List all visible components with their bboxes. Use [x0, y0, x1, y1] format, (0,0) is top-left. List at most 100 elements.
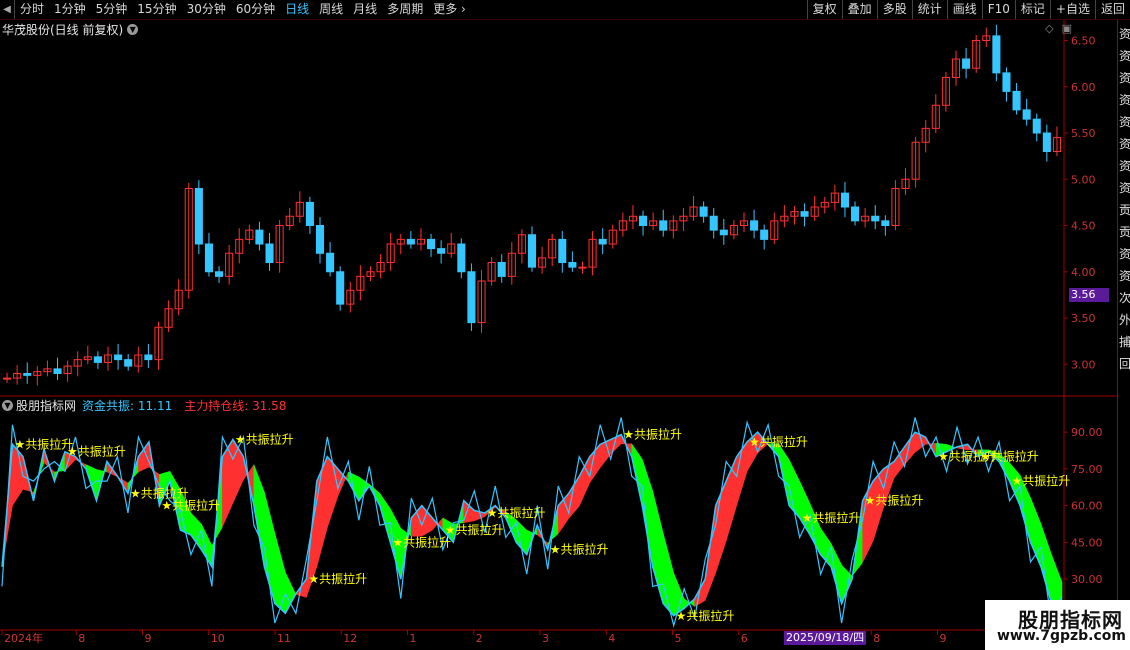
signal-label: ★共振拉升: [1012, 473, 1071, 488]
osc-tick-label: 90.00: [1071, 426, 1103, 439]
osc-tick-label: 45.00: [1071, 536, 1103, 549]
candle-body: [709, 215, 718, 231]
time-tick-label: 5: [675, 632, 682, 645]
candle-body: [114, 354, 123, 361]
candle-body: [124, 359, 133, 367]
window-icon[interactable]: ▣: [1062, 22, 1072, 35]
candle-body: [639, 215, 648, 226]
strip-char: 贡: [1119, 225, 1130, 239]
chevron-down-icon[interactable]: ▼: [2, 400, 13, 411]
strip-char: 资: [1119, 71, 1130, 85]
candle-body: [457, 243, 466, 273]
candle-body: [568, 262, 577, 268]
candle-body: [962, 58, 971, 69]
strip-char: 贡: [1119, 203, 1130, 217]
signal-label: ★共振拉升: [802, 510, 861, 525]
position-band: [12, 443, 24, 507]
candle-body: [194, 188, 203, 245]
signal-label: ★共振拉升: [392, 534, 451, 549]
watermark-url: www.7gpzb.com: [997, 628, 1127, 644]
position-band: [274, 533, 286, 614]
candle-body: [800, 211, 809, 217]
selected-date-tag: 2025/09/18/四: [784, 631, 867, 645]
price-tick-label: 3.50: [1071, 312, 1096, 325]
price-tick-label: 6.50: [1071, 35, 1096, 48]
strip-char: 资: [1119, 115, 1130, 129]
position-band: [285, 572, 297, 614]
candle-body: [527, 234, 537, 268]
price-tick-label: 5.00: [1071, 173, 1096, 186]
candle-body: [427, 238, 436, 250]
position-band: [337, 468, 349, 497]
candle-body: [315, 225, 325, 254]
candle-body: [23, 373, 32, 376]
time-tick-label: 8: [78, 632, 85, 645]
time-tick-label: 6: [741, 632, 748, 645]
strip-char: 资: [1119, 247, 1130, 261]
position-band: [316, 456, 328, 567]
position-band: [190, 512, 202, 551]
time-tick-label: 2024年: [4, 631, 43, 645]
time-tick-label: 8: [873, 632, 880, 645]
candle-body: [93, 356, 102, 363]
candle-body: [1002, 72, 1011, 92]
chevron-down-icon[interactable]: ▼: [127, 23, 139, 35]
osc-tick-label: 60.00: [1071, 500, 1103, 513]
time-tick-label: 10: [211, 632, 225, 645]
strip-char: 资: [1119, 49, 1130, 63]
time-tick-label: 9: [145, 632, 152, 645]
time-tick-label: 11: [277, 632, 291, 645]
signal-label: ★共振拉升: [308, 571, 367, 586]
osc-tick-label: 30.00: [1071, 573, 1103, 586]
candle-body: [598, 238, 607, 245]
signal-label: ★共振拉升: [676, 608, 735, 623]
stock-title: 华茂股份(日线 前复权): [2, 22, 124, 37]
candle-body: [578, 266, 587, 269]
candle-body: [437, 248, 446, 254]
price-tick-label: 4.00: [1071, 266, 1096, 279]
strip-char: 次: [1119, 291, 1130, 305]
kline-chart[interactable]: 6.50 6.00 5.50 5.00 4.50 4.00 3.50 3.00 90.00 75.…: [0, 0, 1130, 650]
diamond-icon[interactable]: ◇: [1045, 22, 1053, 35]
time-tick-label: 9: [940, 632, 947, 645]
strip-char: 资: [1119, 269, 1130, 283]
signal-label: ★共振拉升: [623, 427, 682, 442]
candle-body: [467, 271, 476, 324]
osc-tick-label: 75.00: [1071, 463, 1103, 476]
signal-label: ★共振拉升: [980, 449, 1039, 464]
candle-body: [305, 201, 314, 226]
candle-body: [840, 192, 849, 208]
indicator-name[interactable]: 股朋指标网: [16, 397, 76, 414]
candle-body: [871, 215, 880, 222]
current-price-tag: 3.56: [1069, 288, 1109, 302]
stock-title-row: 华茂股份(日线 前复权) ▼: [2, 21, 139, 37]
candle-body: [881, 220, 890, 226]
signal-label: ★共振拉升: [445, 522, 504, 537]
candle-body: [719, 229, 728, 236]
strip-char: 资: [1119, 93, 1130, 107]
strip-char: 回: [1119, 357, 1130, 371]
candle-body: [851, 206, 860, 222]
signal-label: ★共振拉升: [161, 498, 220, 513]
candle-body: [406, 238, 415, 245]
candle-body: [1042, 132, 1051, 152]
candle-body: [659, 220, 668, 231]
signal-label: ★共振拉升: [865, 493, 924, 508]
time-tick-label: 4: [608, 632, 615, 645]
candle-body: [1022, 109, 1031, 120]
price-tick-label: 3.00: [1071, 358, 1096, 371]
candle-body: [326, 252, 335, 273]
candle-body: [558, 238, 567, 263]
candle-body: [215, 271, 224, 277]
strip-char: 资: [1119, 181, 1130, 195]
candle-body: [144, 354, 153, 361]
candle-body: [265, 243, 274, 263]
candle-body: [699, 206, 708, 217]
panel-icons: ◇ ▣: [1045, 22, 1072, 35]
candle-body: [750, 220, 759, 231]
candle-body: [992, 35, 1001, 74]
candle-body: [497, 262, 506, 277]
candle-body: [3, 377, 12, 380]
signal-label: ★共振拉升: [67, 444, 126, 459]
candle-body: [255, 229, 264, 245]
